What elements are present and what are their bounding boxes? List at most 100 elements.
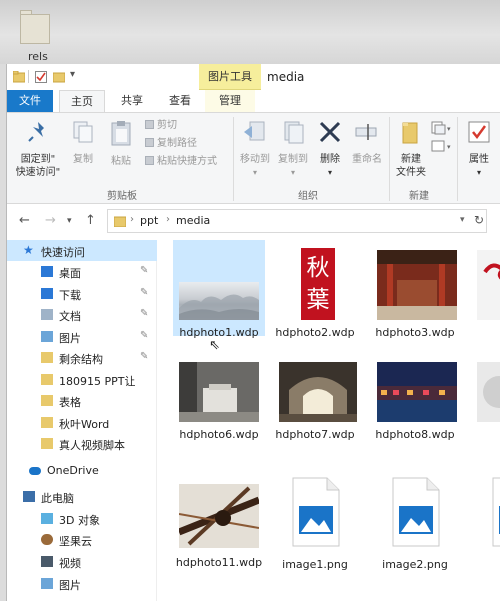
sidebar-item-label: 3D 对象: [59, 514, 100, 527]
sidebar-item-12[interactable]: 3D 对象: [7, 508, 157, 529]
sidebar-item-9[interactable]: 真人视频脚本: [7, 433, 157, 454]
paste-label: 粘贴: [111, 156, 131, 167]
desktop-folder-label: rels: [28, 50, 48, 63]
sidebar-item-13[interactable]: 坚果云: [7, 529, 157, 550]
file-name: hdphoto11.wdp: [175, 556, 263, 569]
refresh-icon[interactable]: ↻: [474, 213, 484, 227]
paste-button[interactable]: 粘贴: [103, 119, 139, 168]
picture-tools-tab: 图片工具: [199, 64, 261, 90]
properties-quick-icon[interactable]: [35, 71, 47, 83]
customize-toolbar-icon[interactable]: ▾: [70, 69, 75, 80]
folder-path-icon: [114, 216, 126, 227]
copy-button[interactable]: 复制: [65, 119, 101, 166]
copy-to-icon: [284, 121, 304, 144]
new-item-icon[interactable]: ▾: [431, 121, 451, 135]
file-tile-hdphoto3[interactable]: hdphoto3.wdp: [369, 240, 461, 339]
back-arrow-icon[interactable]: ←: [19, 213, 30, 228]
file-list: hdphoto1.wdp ⇖ 秋葉 hdphoto2.wdp hdphoto3.…: [159, 240, 500, 601]
title-bar: ▾ 图片工具 media: [7, 64, 500, 90]
delete-button[interactable]: 删除 ▾: [313, 119, 347, 179]
desktop-folder-icon[interactable]: [20, 10, 50, 44]
pin-label-line1: 固定到": [20, 154, 56, 165]
file-tile-hdphoto11[interactable]: hdphoto11.wdp: [173, 476, 265, 586]
file-tile-image2[interactable]: image2.png: [369, 476, 461, 586]
up-arrow-icon[interactable]: ↑: [85, 213, 96, 228]
address-dropdown-icon[interactable]: ▾: [460, 215, 465, 225]
folder-icon: [41, 374, 53, 385]
properties-label: 属性: [469, 154, 489, 165]
breadcrumb-media[interactable]: media: [176, 214, 210, 227]
address-bar[interactable]: › ppt › media ▾ ↻: [107, 209, 487, 233]
pin-icon: [28, 122, 44, 142]
sidebar-item-label: 视频: [59, 557, 81, 570]
recent-locations-icon[interactable]: ▾: [67, 216, 72, 226]
file-tile-partial-3[interactable]: [469, 476, 500, 586]
tab-share[interactable]: 共享: [109, 90, 155, 112]
copy-to-label: 复制到: [278, 154, 308, 165]
tab-manage[interactable]: 管理: [205, 90, 255, 112]
file-tile-hdphoto6[interactable]: hdphoto6.wdp: [173, 360, 265, 442]
sidebar-item-label: 图片: [59, 579, 81, 592]
file-tile-partial-1[interactable]: [469, 240, 500, 336]
tab-view[interactable]: 查看: [157, 90, 203, 112]
file-tile-hdphoto1[interactable]: hdphoto1.wdp ⇖: [173, 240, 265, 353]
file-explorer-window: ▾ 图片工具 media 文件 主页 共享 查看 管理 固定到" 快速访问" 复…: [6, 64, 500, 601]
png-file-icon: [291, 476, 341, 548]
move-to-button[interactable]: 移动到 ▾: [235, 119, 275, 179]
video-icon: [41, 556, 53, 567]
document-icon: [41, 309, 53, 320]
file-tile-image1[interactable]: image1.png: [269, 476, 361, 586]
sidebar-item-6[interactable]: 180915 PPT让文字: [7, 369, 157, 390]
file-name: hdphoto7.wdp: [275, 428, 355, 441]
sidebar-item-15[interactable]: 图片: [7, 573, 157, 594]
window-title: media: [267, 70, 305, 84]
new-folder-icon: [402, 122, 418, 144]
ribbon-panel: 固定到" 快速访问" 复制 粘贴 剪切 复制路径 粘贴快捷方式 剪贴板 移动到 …: [7, 112, 500, 204]
svg-text:▾: ▾: [447, 143, 451, 151]
breadcrumb-ppt[interactable]: ppt: [140, 214, 158, 227]
paste-shortcut-button[interactable]: 粘贴快捷方式: [145, 155, 217, 169]
file-name: image2.png: [382, 558, 448, 571]
file-tile-hdphoto8[interactable]: hdphoto8.wdp: [369, 360, 461, 442]
sidebar-item-label: 秋叶Word: [59, 418, 110, 431]
new-folder-label-line2: 文件夹: [396, 167, 426, 178]
sidebar-item-label: 下载: [59, 289, 81, 302]
sidebar-item-label: 文档: [59, 310, 81, 323]
copy-path-button[interactable]: 复制路径: [145, 137, 197, 151]
pin-quick-access-button[interactable]: 固定到" 快速访问": [13, 119, 63, 179]
easy-access-icon[interactable]: ▾: [431, 139, 451, 153]
folder-small-icon[interactable]: [13, 71, 25, 83]
sidebar-item-label: 图片: [59, 332, 81, 345]
copy-to-button[interactable]: 复制到 ▾: [273, 119, 313, 179]
file-tile-partial-2[interactable]: [469, 360, 500, 442]
tab-home[interactable]: 主页: [59, 90, 105, 112]
folder-icon: [41, 438, 53, 449]
pinned-icon: ✎: [140, 330, 149, 341]
thumbnail-mist-landscape: [179, 282, 259, 320]
sidebar-item-4[interactable]: 图片 ✎: [7, 326, 157, 347]
sidebar-item-0[interactable]: ★ 快速访问: [7, 240, 157, 261]
thumbnail-red-seal: 秋葉: [301, 248, 335, 320]
cut-button[interactable]: 剪切: [145, 119, 177, 133]
file-tile-hdphoto2[interactable]: 秋葉 hdphoto2.wdp: [269, 240, 361, 339]
scissors-icon: [145, 120, 154, 129]
sidebar-item-14[interactable]: 视频: [7, 551, 157, 572]
sidebar-item-8[interactable]: 秋叶Word: [7, 412, 157, 433]
new-folder-quick-icon[interactable]: [53, 71, 65, 83]
paste-shortcut-icon: [145, 156, 154, 165]
sidebar-item-7[interactable]: 表格: [7, 390, 157, 411]
sidebar-item-10[interactable]: OneDrive: [7, 460, 157, 481]
sidebar-item-3[interactable]: 文档 ✎: [7, 304, 157, 325]
sidebar-item-5[interactable]: 剩余结构 ✎: [7, 347, 157, 368]
file-tile-hdphoto7[interactable]: hdphoto7.wdp: [269, 360, 361, 442]
new-folder-button[interactable]: 新建 文件夹: [391, 119, 431, 179]
sidebar-item-11[interactable]: 此电脑: [7, 486, 157, 507]
sidebar-item-1[interactable]: 桌面 ✎: [7, 261, 157, 282]
copy-icon: [73, 121, 93, 143]
pinned-icon: ✎: [140, 287, 149, 298]
tab-file[interactable]: 文件: [7, 90, 53, 112]
forward-arrow-icon[interactable]: →: [45, 213, 56, 228]
properties-button[interactable]: 属性 ▾: [459, 119, 499, 179]
sidebar-item-2[interactable]: 下载 ✎: [7, 283, 157, 304]
rename-button[interactable]: 重命名: [347, 119, 387, 166]
